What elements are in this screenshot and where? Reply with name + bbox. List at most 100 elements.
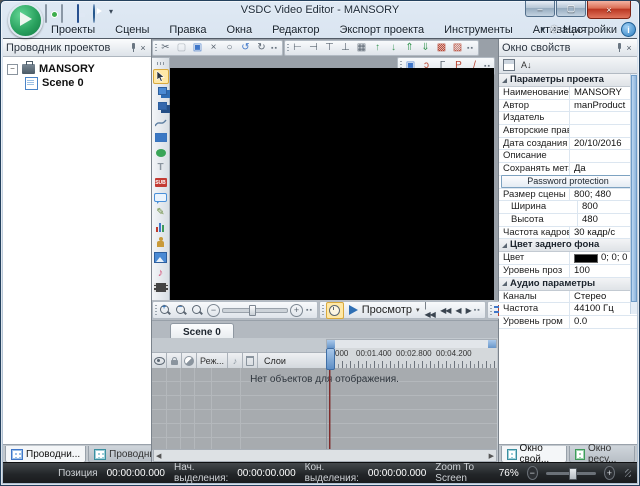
sort-az-icon[interactable]: А↓ <box>521 60 532 70</box>
align-bottom-icon[interactable]: ⊥ <box>339 42 352 55</box>
property-row[interactable]: НаименованиеMANSORY <box>499 87 637 100</box>
property-row[interactable]: Размер сцены800; 480 <box>499 189 637 202</box>
select-none-icon[interactable]: ○ <box>223 42 236 55</box>
redo-icon[interactable]: ↻ <box>255 42 268 55</box>
toolbar-overflow-icon[interactable]: ▪▪ <box>467 47 474 50</box>
property-row[interactable]: Уровень проз100 <box>499 265 637 278</box>
add-video-tool[interactable] <box>154 281 168 294</box>
tooltip-tool[interactable] <box>154 191 168 204</box>
bring-front-icon[interactable]: ⇑ <box>403 42 416 55</box>
undo-icon[interactable]: ↺ <box>239 42 252 55</box>
move-up-icon[interactable]: ↑ <box>371 42 384 55</box>
rectangle-tool[interactable] <box>154 131 168 144</box>
scroll-right-icon[interactable]: ▶ <box>489 452 494 460</box>
delete-column-icon[interactable] <box>243 353 258 369</box>
zoom-slider[interactable]: − + <box>207 304 303 317</box>
color-swatch[interactable] <box>574 254 598 263</box>
zoom-slider-track[interactable] <box>546 472 596 475</box>
align-right-icon[interactable]: ⊣ <box>307 42 320 55</box>
menu-scenes[interactable]: Сцены <box>105 24 159 36</box>
zoom-mode-label[interactable]: Zoom To Screen <box>435 462 490 484</box>
menu-editor[interactable]: Редактор <box>262 24 329 36</box>
info-icon[interactable]: i <box>621 22 636 37</box>
open-project-button[interactable] <box>61 5 73 17</box>
new-project-button[interactable] <box>45 5 57 17</box>
zoom-slider-thumb[interactable] <box>249 305 256 316</box>
text-tool[interactable]: T <box>154 161 168 174</box>
toolbar-overflow-icon[interactable]: ▪▪ <box>271 47 278 50</box>
fit-icon[interactable]: ▦ <box>355 42 368 55</box>
subtitles-tool[interactable]: SUB <box>154 176 168 189</box>
add-audio-tool[interactable]: ♪ <box>154 266 168 279</box>
property-row[interactable]: Авторские прав. <box>499 125 637 138</box>
property-row[interactable]: Издатель <box>499 112 637 125</box>
quick-access-caret-icon[interactable]: ▾ <box>109 7 113 16</box>
app-logo-icon[interactable] <box>8 3 43 38</box>
property-row[interactable]: Ширина800 <box>499 201 637 214</box>
property-row[interactable]: Дата создания20/10/2016 <box>499 138 637 151</box>
add-image-tool[interactable] <box>154 251 168 264</box>
preview-button[interactable]: Просмотр ▾ <box>347 304 422 316</box>
close-panel-icon[interactable]: × <box>138 43 148 53</box>
skip-start-button[interactable]: |◀◀ <box>425 301 436 319</box>
close-panel-icon[interactable]: × <box>624 43 634 53</box>
group-header[interactable]: Цвет заднего фона <box>499 239 637 252</box>
menu-projects[interactable]: Проекты <box>41 24 105 36</box>
ungroup-icon[interactable]: ▨ <box>451 42 464 55</box>
zoom-slider-minus-icon[interactable]: − <box>207 304 220 317</box>
tab-properties-window[interactable]: Окно свой... <box>501 446 567 463</box>
chevron-down-icon[interactable]: ▾ <box>541 24 546 35</box>
menu-tools[interactable]: Инструменты <box>434 24 523 36</box>
zoom-in-button[interactable]: + <box>604 466 615 480</box>
time-toggle-button[interactable] <box>326 302 344 319</box>
duplicate-object-tool[interactable] <box>154 101 168 114</box>
select-tool[interactable] <box>153 69 169 84</box>
tab-project-explorer[interactable]: Проводни... <box>5 446 86 463</box>
align-top-icon[interactable]: ⊤ <box>323 42 336 55</box>
tab-resources-window[interactable]: Окно ресу... <box>569 446 635 463</box>
time-ruler[interactable]: 000 00:01.400 00:02.800 00:04.200 <box>326 348 497 369</box>
toolbar-drag-handle[interactable] <box>157 62 165 65</box>
timeline-body[interactable]: Нет объектов для отображения. <box>152 368 497 450</box>
minimize-button[interactable]: – <box>525 1 555 17</box>
password-protection-button[interactable]: Password protection <box>501 175 635 188</box>
zoom-in-icon[interactable]: + <box>159 304 172 317</box>
close-button[interactable]: × <box>587 1 631 19</box>
group-icon[interactable]: ▩ <box>435 42 448 55</box>
visibility-column-icon[interactable] <box>152 353 167 369</box>
step-back-button[interactable]: ◀ <box>455 306 460 315</box>
property-row-color[interactable]: Цвет 0; 0; 0 <box>499 252 637 265</box>
categorized-view-icon[interactable] <box>503 59 515 71</box>
pin-icon[interactable] <box>129 43 138 52</box>
properties-scrollbar[interactable] <box>630 74 637 314</box>
blend-column-icon[interactable] <box>182 353 197 369</box>
gear-icon[interactable]: ⚙ <box>549 23 559 36</box>
property-row[interactable]: Сохранять метаДа <box>499 163 637 176</box>
resize-grip[interactable] <box>625 469 631 477</box>
animation-tool[interactable] <box>154 236 168 249</box>
add-object-tool[interactable] <box>154 86 168 99</box>
zoom-slider-track[interactable] <box>222 308 288 313</box>
pin-icon[interactable] <box>615 43 624 52</box>
zoom-slider-thumb[interactable] <box>569 468 577 480</box>
property-row[interactable]: АвторmanProduct <box>499 100 637 113</box>
delete-icon[interactable]: × <box>207 42 220 55</box>
menu-windows[interactable]: Окна <box>217 24 263 36</box>
property-row[interactable]: Частота44100 Гц <box>499 303 637 316</box>
property-row[interactable]: Частота кадров30 кадр/с <box>499 227 637 240</box>
settings-button[interactable]: Настройки <box>563 24 617 36</box>
menu-export-project[interactable]: Экспорт проекта <box>329 24 434 36</box>
send-back-icon[interactable]: ⇓ <box>419 42 432 55</box>
mode-column-header[interactable]: Реж... <box>197 353 228 369</box>
sprite-tool[interactable]: ✎ <box>154 206 168 219</box>
timeline-scrollbar-bottom[interactable]: ◀ ▶ <box>153 449 497 462</box>
scrollbar-thumb[interactable] <box>631 75 637 302</box>
paste-icon[interactable]: ▣ <box>191 42 204 55</box>
toolbar-overflow-icon[interactable]: ▪▪ <box>474 309 481 312</box>
maximize-button[interactable]: ▢ <box>556 1 586 17</box>
tree-node-scene[interactable]: Scene 0 <box>25 76 147 90</box>
property-row[interactable]: КаналыСтерео <box>499 291 637 304</box>
group-header[interactable]: Параметры проекта <box>499 74 637 87</box>
menu-edit[interactable]: Правка <box>159 24 216 36</box>
tree-expander-icon[interactable]: − <box>7 64 18 75</box>
